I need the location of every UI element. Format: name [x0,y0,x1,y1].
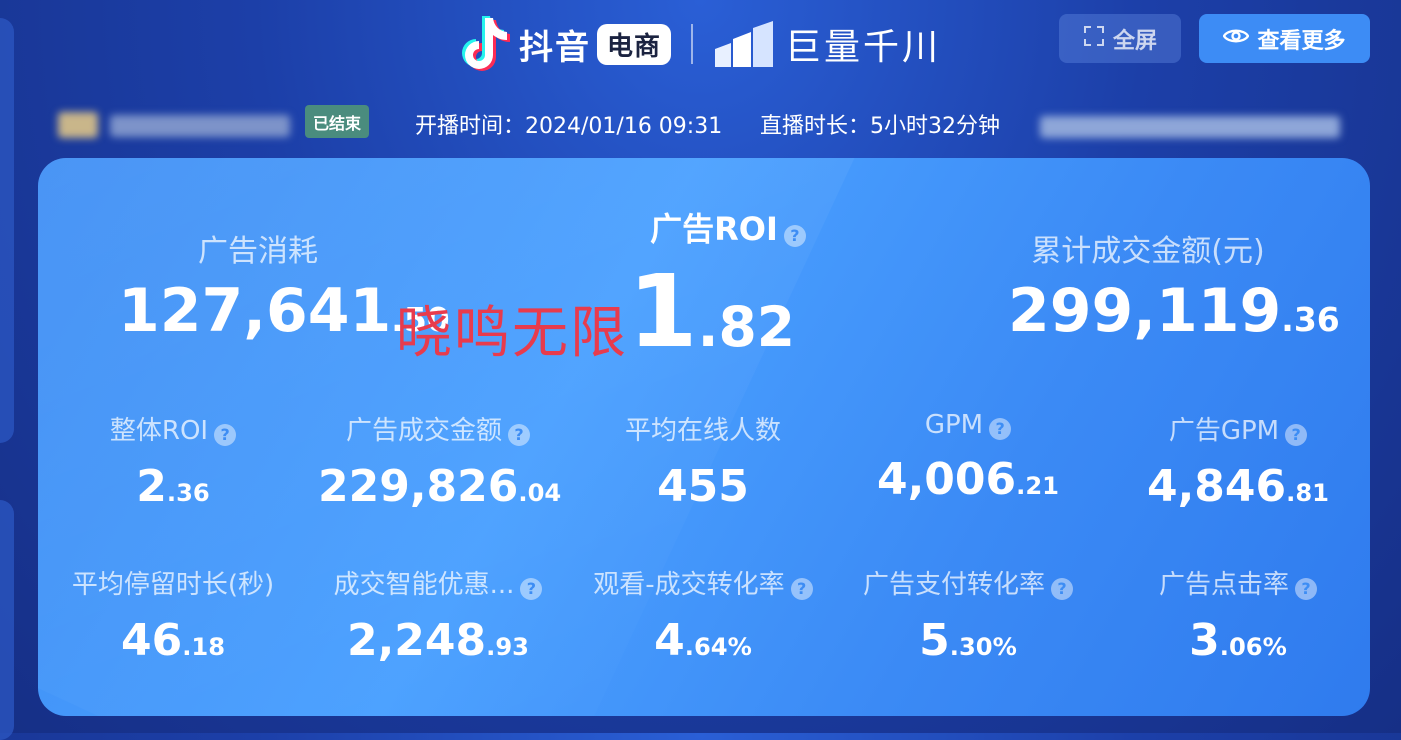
brand-ecommerce-pill: 电商 [597,23,672,65]
help-icon[interactable]: ? [989,417,1012,440]
metric-ad-spend: 127,641.50 [118,276,450,346]
metric-value: 4,006.21 [876,454,1060,505]
start-time: 开播时间：2024/01/16 09:31 [415,114,723,139]
metric-value: 455 [657,461,749,512]
help-icon[interactable]: ? [520,577,543,600]
metric-ad-gmv: 广告成交金额? 229,826.04 [318,410,562,512]
fullscreen-label: 全屏 [1112,28,1157,54]
metric-view-conversion: 观看-成交转化率? 4.64% [578,564,828,666]
metrics-panel: 广告消耗 127,641.50 广告ROI? 1.82 累计成交金额(元) 29… [38,158,1370,716]
brand-douyin: 抖音 [519,27,591,68]
qianchuan-logo-icon [713,19,775,69]
metric-value: 4.64% [654,615,752,666]
metric-value: 4,846.81 [1146,461,1330,512]
metric-value: 2,248.93 [346,615,530,666]
metric-value: 3.06% [1189,615,1287,666]
metric-value: 5.30% [919,615,1017,666]
live-duration: 直播时长：5小时32分钟 [760,114,1001,139]
view-more-label: 查看更多 [1257,28,1346,54]
metric-ad-roi-label-wrap: 广告ROI? [598,204,858,250]
metric-ad-gpm: 广告GPM? 4,846.81 [1128,410,1348,512]
help-icon[interactable]: ? [508,423,530,446]
metric-label: 广告支付转化率 [862,570,1045,600]
help-icon[interactable]: ? [1295,577,1317,600]
metric-avg-online: 平均在线人数 455 [598,410,808,512]
header-brand: 抖音 电商 巨量千川 [455,12,941,76]
metric-label: 广告GPM [1168,416,1280,446]
brand-divider [691,24,694,64]
douyin-note-icon [455,14,511,74]
metric-total-gmv-label-wrap: 累计成交金额(元) [998,226,1298,270]
blurred-info [1040,116,1340,138]
metric-avg-stay: 平均停留时长(秒) 46.18 [58,564,288,666]
metric-smart-discount: 成交智能优惠...? 2,248.93 [318,564,558,666]
metric-label: 平均在线人数 [624,416,781,446]
metric-value: 299,119.36 [1008,276,1340,346]
metric-total-gmv: 299,119.36 [998,276,1340,346]
metric-value: 46.18 [120,615,226,666]
metric-gpm: GPM? 4,006.21 [868,410,1068,505]
metric-label: 广告成交金额 [345,416,502,446]
expand-icon [1083,25,1105,53]
metric-label: 广告消耗 [198,234,318,269]
blurred-avatar [58,112,98,138]
side-frame [0,18,14,443]
metric-value: 1.82 [628,253,796,370]
metric-value: 229,826.04 [318,461,562,512]
eye-icon [1223,26,1250,52]
side-frame-lower [0,500,14,740]
fullscreen-button[interactable]: 全屏 [1059,14,1181,63]
metric-value: 2.36 [136,461,210,512]
help-icon[interactable]: ? [214,423,237,446]
metric-label: 整体ROI [109,416,209,446]
metric-label: 广告点击率 [1158,570,1289,600]
metric-ad-pay-conversion: 广告支付转化率? 5.30% [848,564,1088,666]
help-icon[interactable]: ? [1285,423,1308,446]
metric-label: 观看-成交转化率 [593,570,785,600]
metric-ad-spend-label-wrap: 广告消耗 [168,226,348,270]
metric-overall-roi: 整体ROI? 2.36 [68,410,278,512]
view-more-button[interactable]: 查看更多 [1199,14,1370,63]
brand-qianchuan: 巨量千川 [785,27,942,68]
watermark-text: 晓鸣无限 [396,301,628,366]
metric-label: 广告ROI [650,210,778,248]
blurred-account-name [110,115,290,137]
metric-label: 成交智能优惠... [333,570,515,600]
metric-label: 累计成交金额(元) [1031,234,1265,269]
status-badge: 已结束 [305,105,369,138]
metric-label: GPM [924,410,984,440]
help-icon[interactable]: ? [783,224,806,247]
metric-ad-ctr: 广告点击率? 3.06% [1128,564,1348,666]
help-icon[interactable]: ? [790,577,813,600]
metric-label: 平均停留时长(秒) [71,570,275,600]
metric-ad-roi: 1.82 [628,262,808,362]
help-icon[interactable]: ? [1051,577,1073,600]
